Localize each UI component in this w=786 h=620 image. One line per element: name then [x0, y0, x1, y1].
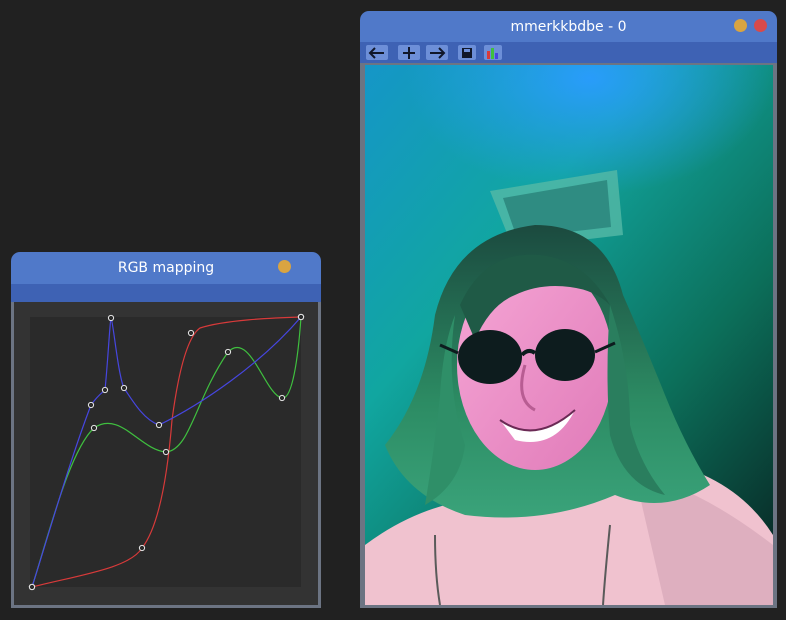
back-button[interactable]: [366, 45, 388, 60]
minimize-button[interactable]: [278, 260, 291, 273]
save-button[interactable]: [458, 45, 476, 60]
window-title: RGB mapping: [117, 260, 215, 276]
blue-control-point[interactable]: [297, 313, 305, 321]
green-control-point[interactable]: [162, 448, 170, 456]
arrow-right-icon: [430, 46, 446, 59]
window-title: mmerkkbdbe - 0: [510, 19, 627, 35]
viewer-toolbar: [360, 42, 777, 63]
blue-control-point[interactable]: [28, 583, 36, 591]
histogram-icon: [487, 47, 498, 59]
viewer-titlebar[interactable]: mmerkkbdbe - 0: [360, 11, 777, 42]
green-control-point[interactable]: [224, 348, 232, 356]
photo: [365, 65, 773, 605]
rgb-mapping-titlebar[interactable]: RGB mapping: [11, 252, 321, 284]
red-control-point[interactable]: [187, 329, 195, 337]
plus-icon: [403, 46, 415, 59]
disk-icon: [462, 47, 472, 58]
blue-control-point[interactable]: [120, 384, 128, 392]
viewer-frame: [360, 63, 777, 608]
minimize-button[interactable]: [734, 19, 747, 32]
forward-button[interactable]: [426, 45, 448, 60]
green-control-point[interactable]: [90, 424, 98, 432]
red-control-point[interactable]: [138, 544, 146, 552]
blue-control-point[interactable]: [155, 421, 163, 429]
blue-control-point[interactable]: [101, 386, 109, 394]
add-button[interactable]: [398, 45, 420, 60]
image-viewer-window: mmerkkbdbe - 0: [360, 11, 777, 608]
blue-control-point[interactable]: [107, 314, 115, 322]
close-button[interactable]: [754, 19, 767, 32]
blue-control-point[interactable]: [87, 401, 95, 409]
green-control-point[interactable]: [278, 394, 286, 402]
arrow-left-icon: [368, 46, 384, 59]
histogram-button[interactable]: [484, 45, 502, 60]
curve-editor[interactable]: [20, 300, 310, 595]
